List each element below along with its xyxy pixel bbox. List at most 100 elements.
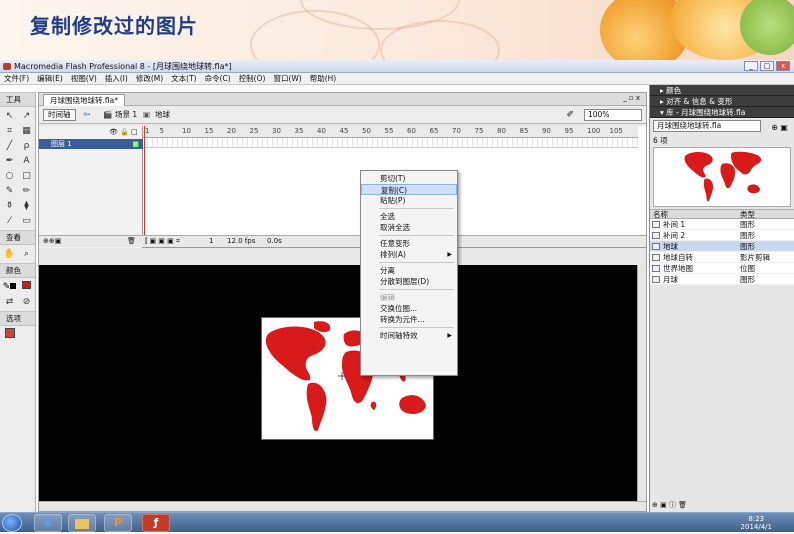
line-icon[interactable]: ╱	[2, 139, 17, 153]
context-menu-item[interactable]: 排列(A) ▶	[361, 249, 457, 260]
ie-taskbar-icon[interactable]: e	[34, 514, 62, 532]
ruler-tick: 70	[452, 127, 461, 135]
context-menu-item[interactable]: 剪切(T)	[361, 173, 457, 184]
library-row[interactable]: 地球自转 影片剪辑	[650, 252, 794, 263]
menu-view[interactable]: 视图(V)	[67, 73, 101, 84]
maximize-button[interactable]: □	[760, 61, 774, 71]
library-row[interactable]: 月球 图形	[650, 274, 794, 285]
library-item-name: 补间 2	[663, 231, 686, 240]
fill-color-icon[interactable]	[19, 280, 34, 294]
add-layer-icon[interactable]: ⊕⊕▣	[43, 236, 61, 247]
context-menu-item[interactable]: 交换位图...	[361, 303, 457, 314]
selection-icon[interactable]: ↖	[2, 109, 17, 123]
menu-text[interactable]: 文本(T)	[167, 73, 200, 84]
menu-separator	[379, 262, 454, 263]
stage-horizontal-scrollbar[interactable]	[39, 501, 646, 511]
library-item-name: 世界地图	[663, 264, 693, 273]
menu-control[interactable]: 控制(O)	[235, 73, 270, 84]
explorer-taskbar-icon[interactable]	[68, 514, 96, 532]
eraser-icon[interactable]: ▭	[19, 214, 34, 228]
menu-insert[interactable]: 插入(I)	[101, 73, 132, 84]
onion-skin-icons[interactable]: ⫿ ▣ ▣ ▣ ⌗	[145, 236, 180, 247]
rectangle-icon[interactable]: □	[19, 169, 34, 183]
stage[interactable]	[39, 265, 637, 501]
gradient-transform-icon[interactable]: ▦	[19, 124, 34, 138]
zoom-icon[interactable]: ⌕	[19, 247, 34, 261]
menu-file[interactable]: 文件(F)	[0, 73, 33, 84]
ruler-tick: 40	[317, 127, 326, 135]
paint-bucket-icon[interactable]: ⧫	[19, 199, 34, 213]
close-button[interactable]: x	[776, 61, 790, 71]
zoom-select[interactable]: 100%	[584, 109, 642, 121]
pen-icon[interactable]: ✒	[2, 154, 17, 168]
color-panel-header[interactable]: ▸ 颜色	[650, 85, 794, 96]
stroke-color-icon[interactable]: ✎	[2, 280, 17, 294]
layer-row[interactable]: 图层 1 ■	[39, 139, 143, 149]
menu-commands[interactable]: 命令(C)	[201, 73, 235, 84]
layer-visibility-icons[interactable]: 👁 🔒 □	[109, 128, 138, 136]
oval-icon[interactable]: ○	[2, 169, 17, 183]
color-label: 颜色	[0, 263, 35, 278]
document-tab[interactable]: 月球围绕地球转.fla*	[43, 94, 125, 106]
flash-taskbar-icon[interactable]: ƒ	[142, 514, 170, 532]
menu-help[interactable]: 帮助(H)	[306, 73, 341, 84]
context-menu-item[interactable]: 任意变形	[361, 238, 457, 249]
document-controls[interactable]: _ ▫ x	[623, 94, 640, 102]
back-arrow-icon[interactable]: ⇦	[83, 110, 91, 120]
library-row[interactable]: 地球 图形	[650, 241, 794, 252]
timeline-toggle-button[interactable]: 时间轴	[43, 109, 76, 121]
menu-window[interactable]: 窗口(W)	[269, 73, 305, 84]
context-menu-item[interactable]: 取消全选	[361, 222, 457, 233]
symbol-type-icon	[652, 254, 660, 261]
free-transform-icon[interactable]: ⌗	[2, 124, 17, 138]
pencil-icon[interactable]: ✎	[2, 184, 17, 198]
menu-edit[interactable]: 编辑(E)	[33, 73, 67, 84]
text-icon[interactable]: A	[19, 154, 34, 168]
brush-icon[interactable]: ✏	[19, 184, 34, 198]
hand-icon[interactable]: ✋	[2, 247, 17, 261]
snap-icon[interactable]	[2, 328, 17, 342]
library-row[interactable]: 世界地图 位图	[650, 263, 794, 274]
col-name[interactable]: 名称	[653, 210, 668, 219]
context-menu-item-label: 编辑	[380, 293, 395, 302]
context-menu-item[interactable]: 转换为元件...	[361, 314, 457, 325]
ruler-tick: 95	[564, 127, 574, 135]
ink-bottle-icon[interactable]: ⚱	[2, 199, 17, 213]
menubar: 文件(F) 编辑(E) 视图(V) 插入(I) 修改(M) 文本(T) 命令(C…	[0, 73, 794, 85]
library-row[interactable]: 补间 2 图形	[650, 230, 794, 241]
swap-colors-icon[interactable]: ⇄	[2, 295, 17, 309]
col-type[interactable]: 类型	[740, 210, 755, 219]
context-menu-item[interactable]: 粘贴(P)	[361, 195, 457, 206]
start-button[interactable]	[2, 514, 22, 532]
edit-scene-icon[interactable]: ✐	[566, 110, 574, 120]
context-menu-item[interactable]: 复制(C)	[361, 184, 457, 195]
library-panel-header[interactable]: ▾ 库 - 月球围绕地球转.fla	[650, 107, 794, 118]
breadcrumb-scene[interactable]: 场景 1	[115, 110, 137, 120]
playhead[interactable]	[144, 126, 145, 244]
subselect-icon[interactable]: ↗	[19, 109, 34, 123]
frame-cells[interactable]	[143, 138, 638, 148]
document-tabs: 月球围绕地球转.fla* _ ▫ x	[39, 93, 646, 106]
align-panel-header[interactable]: ▸ 对齐 & 信息 & 变形	[650, 96, 794, 107]
stage-vertical-scrollbar[interactable]	[637, 265, 646, 501]
context-menu-item-label: 转换为元件...	[380, 315, 425, 324]
context-menu-item[interactable]: 全选	[361, 211, 457, 222]
lasso-icon[interactable]: ρ	[19, 139, 34, 153]
frame-ruler[interactable]: 1 5 10 15 20 25 30 35 40 45 50 55 60 65 70 75 80 85 90 95 10…	[143, 126, 638, 138]
minimize-button[interactable]: _	[744, 61, 758, 71]
library-footer-icons[interactable]: ⊕ ▣ ⓘ 🗑	[652, 500, 687, 510]
pin-icon[interactable]: ⊕ ▣	[771, 123, 788, 132]
eyedropper-icon[interactable]: ⁄	[2, 214, 17, 228]
delete-layer-icon[interactable]: 🗑	[127, 236, 136, 247]
library-select[interactable]: 月球围绕地球转.fla	[653, 120, 761, 132]
menu-modify[interactable]: 修改(M)	[132, 73, 167, 84]
breadcrumb-symbol[interactable]: 地球	[155, 110, 170, 120]
symbol-icon: ▣	[143, 110, 151, 119]
context-menu-item[interactable]: 分离	[361, 265, 457, 276]
powerpoint-taskbar-icon[interactable]: P	[104, 514, 132, 532]
no-color-icon[interactable]: ⊘	[19, 295, 34, 309]
context-menu-item[interactable]: 分散到图层(D)	[361, 276, 457, 287]
library-preview	[653, 147, 791, 207]
context-menu-item[interactable]: 时间轴特效 ▶	[361, 330, 457, 341]
library-row[interactable]: 补间 1 图形	[650, 219, 794, 230]
